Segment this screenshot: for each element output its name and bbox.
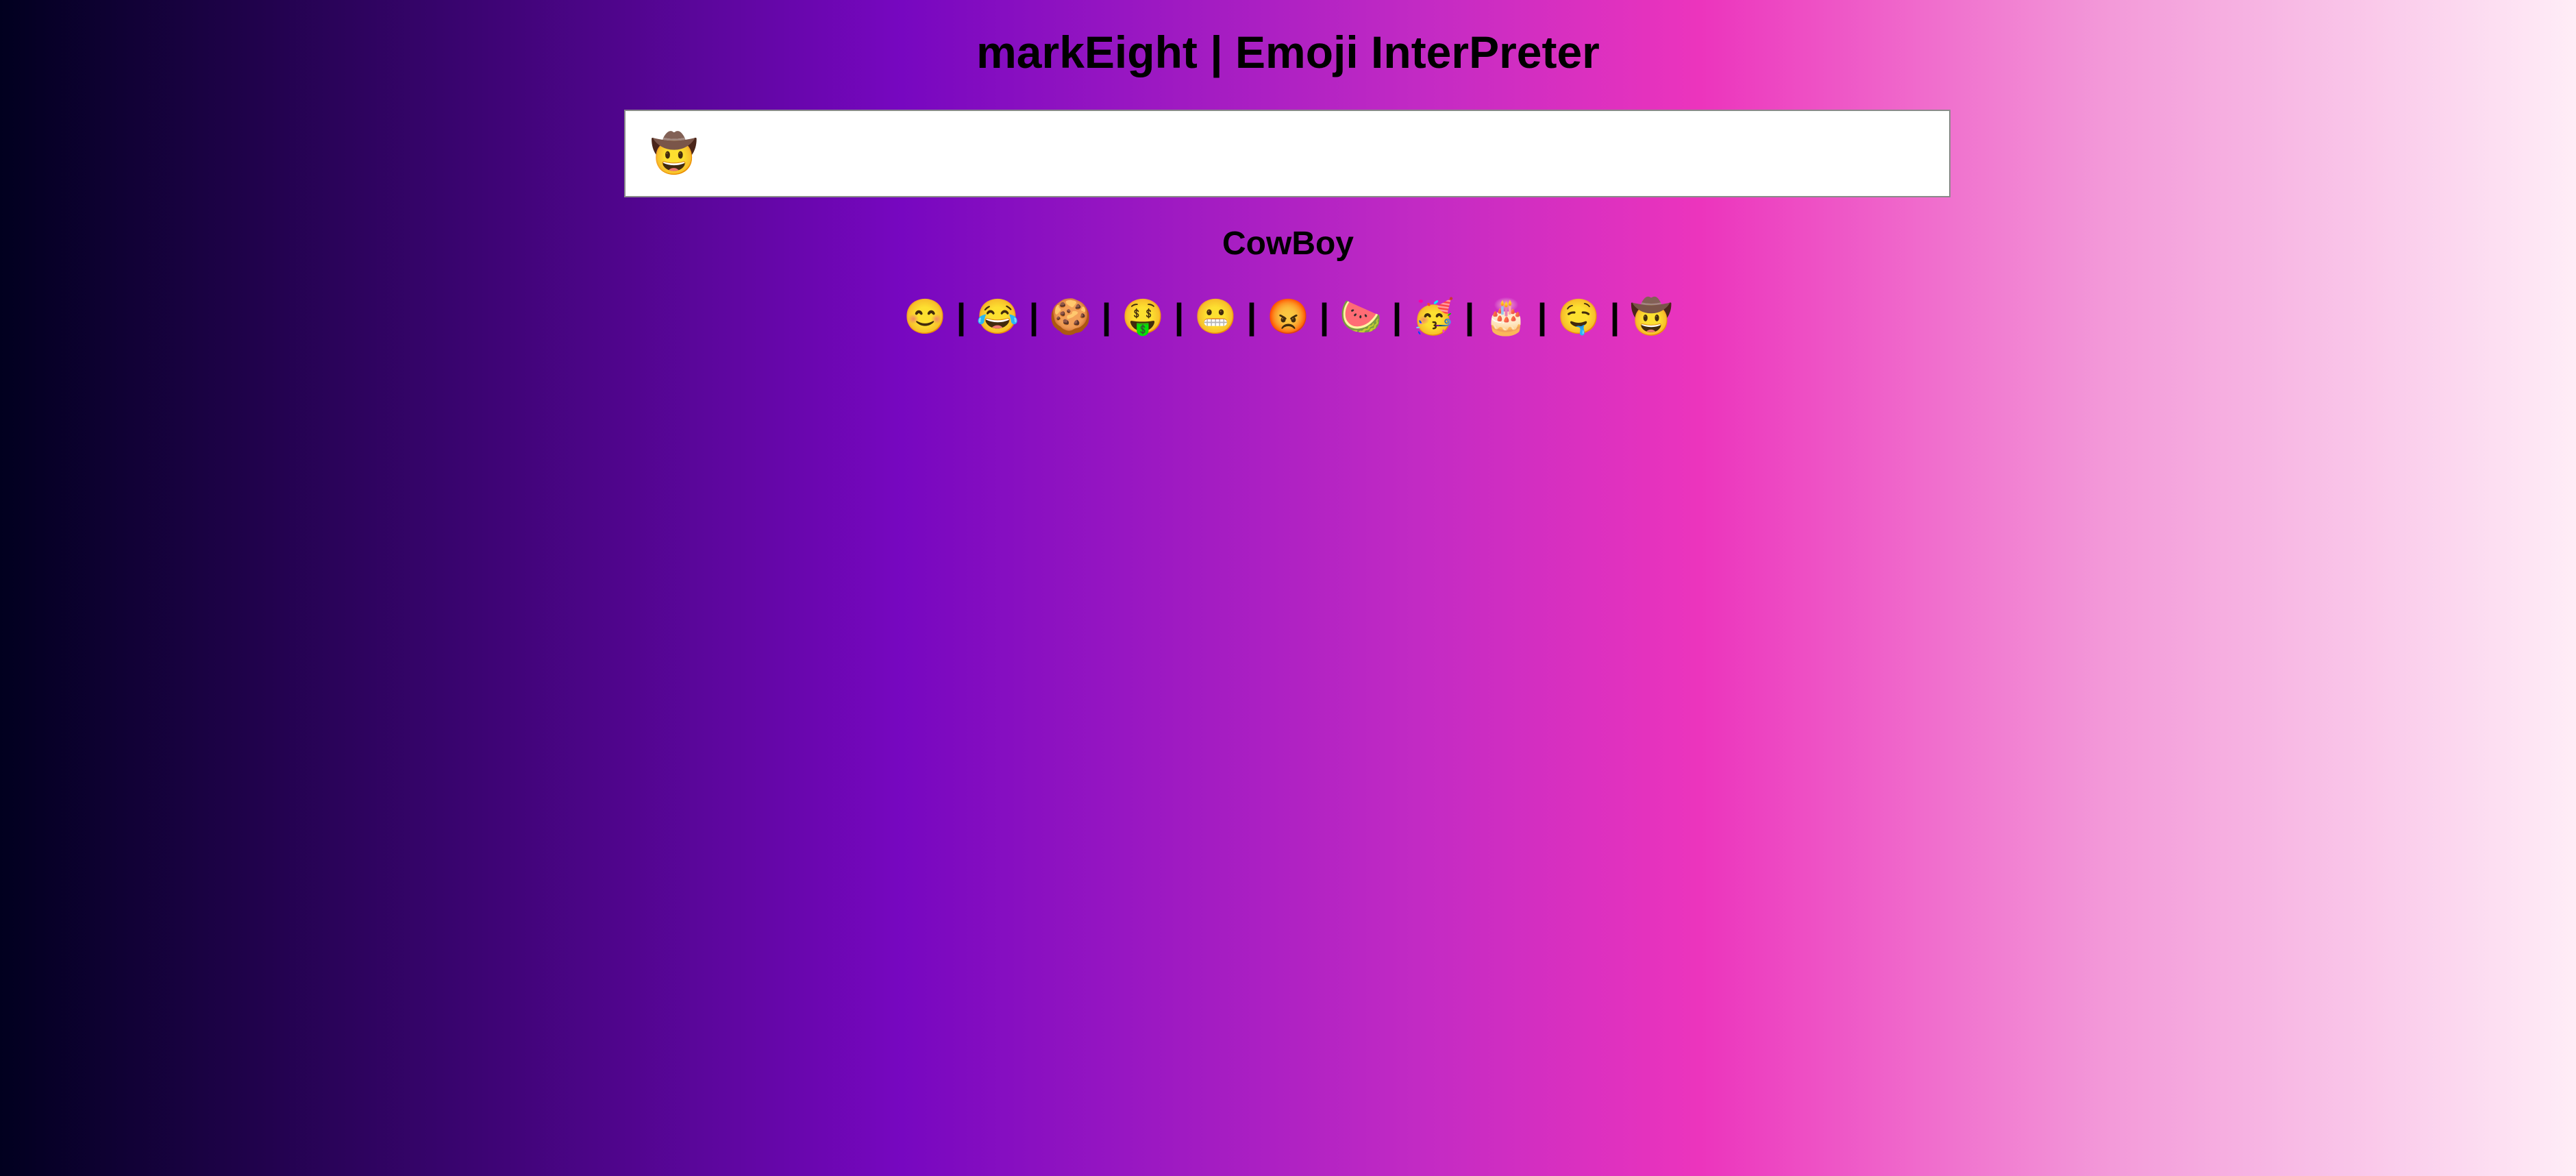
separator: |: [1537, 297, 1548, 336]
watermelon-icon[interactable]: 🍉: [1339, 289, 1382, 344]
separator: |: [1464, 297, 1475, 336]
separator: |: [1028, 297, 1039, 336]
separator: |: [1246, 297, 1257, 336]
angry-face-icon[interactable]: 😡: [1267, 289, 1309, 344]
emoji-meaning-output: CowBoy: [1222, 225, 1354, 262]
cookie-icon[interactable]: 🍪: [1049, 289, 1091, 344]
cowboy-face-icon[interactable]: 🤠: [1630, 289, 1672, 344]
money-mouth-icon[interactable]: 🤑: [1122, 289, 1164, 344]
smiling-face-icon[interactable]: 😊: [904, 289, 946, 344]
emoji-list: 😊 | 😂 | 🍪 | 🤑 | 😬 | 😡 | 🍉 | 🥳 | 🎂 | 🤤 | …: [0, 289, 2576, 344]
separator: |: [1101, 297, 1112, 336]
page-title: markEight | Emoji InterPreter: [976, 27, 1600, 77]
separator: |: [1174, 297, 1185, 336]
separator: |: [956, 297, 967, 336]
separator: |: [1609, 297, 1620, 336]
birthday-cake-icon[interactable]: 🎂: [1485, 289, 1527, 344]
drooling-face-icon[interactable]: 🤤: [1557, 289, 1600, 344]
separator: |: [1319, 297, 1330, 336]
separator: |: [1391, 297, 1402, 336]
grimacing-face-icon[interactable]: 😬: [1194, 289, 1237, 344]
tears-of-joy-icon[interactable]: 😂: [976, 289, 1019, 344]
emoji-input[interactable]: [624, 110, 1950, 197]
party-face-icon[interactable]: 🥳: [1412, 289, 1454, 344]
